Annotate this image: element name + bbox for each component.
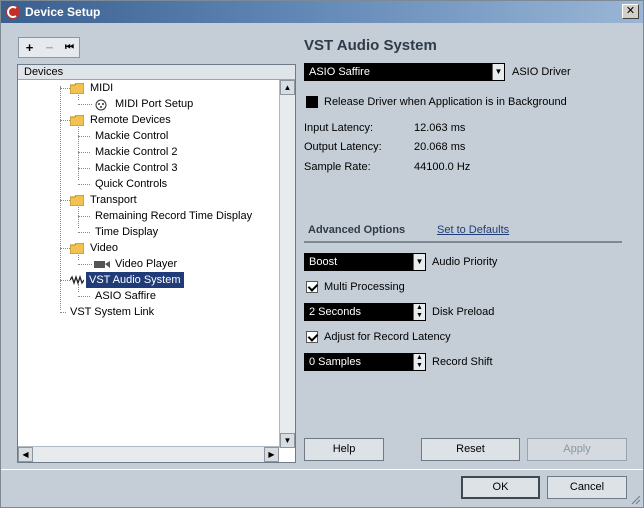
window-title: Device Setup [25,5,101,19]
footer-separator [1,469,643,470]
disk-preload-label: Disk Preload [432,306,495,318]
tree-item-mackie-control-2[interactable]: Mackie Control 2 [18,144,278,160]
tree-item-midi-port-setup[interactable]: MIDI Port Setup [18,96,278,112]
reset-button[interactable]: Reset [421,438,520,461]
remove-device-button[interactable]: − [40,39,59,56]
adjust-record-latency-checkbox[interactable] [306,331,318,343]
tree-item-quick-controls[interactable]: Quick Controls [18,176,278,192]
ok-button[interactable]: OK [461,476,540,499]
cubase-logo-icon [6,5,20,19]
multi-processing-label: Multi Processing [324,281,405,293]
folder-icon [70,83,84,94]
disk-preload-stepper[interactable]: 2 Seconds ▲ ▼ [304,303,426,321]
tree-item-transport[interactable]: Transport [18,192,278,208]
scroll-left-icon[interactable]: ◀ [18,447,33,462]
multi-processing-checkbox[interactable] [306,281,318,293]
tree-item-mackie-control[interactable]: Mackie Control [18,128,278,144]
tree-item-remaining-record-time-display[interactable]: Remaining Record Time Display [18,208,278,224]
release-driver-label: Release Driver when Application is in Ba… [324,96,567,108]
devices-tree-panel: Devices MIDI MIDI Port Setup Remote Devi… [17,64,296,463]
reset-device-button[interactable]: ⏮ [60,39,79,56]
scroll-down-icon[interactable]: ▼ [280,433,295,448]
tree-item-video-player[interactable]: Video Player [18,256,278,272]
devices-column-header[interactable]: Devices [18,65,295,80]
help-button[interactable]: Help [304,438,384,461]
audio-priority-label: Audio Priority [432,256,498,268]
asio-driver-select[interactable]: ASIO Saffire ▼ [304,63,505,81]
tree-item-video[interactable]: Video [18,240,278,256]
adjust-record-latency-label: Adjust for Record Latency [324,331,451,343]
chevron-down-icon: ▼ [413,254,425,270]
tree-item-midi[interactable]: MIDI [18,80,278,96]
tree-item-time-display[interactable]: Time Display [18,224,278,240]
device-setup-window: Device Setup ✕ + − ⏮ Devices MIDI MIDI P… [0,0,644,508]
panel-title: VST Audio System [304,37,437,54]
scroll-up-icon[interactable]: ▲ [280,80,295,95]
release-driver-checkbox[interactable] [306,96,318,108]
tree-horizontal-scrollbar[interactable]: ◀ ▶ [18,446,279,462]
record-shift-stepper[interactable]: 0 Samples ▲ ▼ [304,353,426,371]
spin-arrows-icon[interactable]: ▲ ▼ [413,354,425,370]
asio-driver-label: ASIO Driver [512,66,571,78]
midi-port-icon [95,99,107,111]
input-latency-value: 12.063 ms [414,122,466,134]
tree-item-asio-saffire[interactable]: ASIO Saffire [18,288,278,304]
tree-item-vst-system-link[interactable]: VST System Link [18,304,278,320]
video-icon [94,261,110,268]
audio-icon [70,275,84,285]
set-to-defaults-link[interactable]: Set to Defaults [437,224,509,236]
tree-item-remote-devices[interactable]: Remote Devices [18,112,278,128]
resize-grip-icon[interactable] [629,493,641,505]
title-bar[interactable]: Device Setup ✕ [1,1,643,23]
advanced-separator [304,241,622,243]
add-device-button[interactable]: + [20,39,39,56]
folder-icon [70,195,84,206]
folder-icon [70,243,84,254]
chevron-down-icon: ▼ [492,64,504,80]
output-latency-label: Output Latency: [304,141,382,153]
tree-item-vst-audio-system[interactable]: VST Audio System [18,272,278,288]
sample-rate-value: 44100.0 Hz [414,161,471,173]
record-shift-label: Record Shift [432,356,493,368]
devices-tree: MIDI MIDI Port Setup Remote Devices Mack… [18,80,279,448]
apply-button[interactable]: Apply [527,438,627,461]
tree-vertical-scrollbar[interactable]: ▲ ▼ [279,80,295,448]
folder-icon [70,115,84,126]
sample-rate-label: Sample Rate: [304,161,371,173]
audio-priority-select[interactable]: Boost ▼ [304,253,426,271]
cancel-button[interactable]: Cancel [547,476,627,499]
output-latency-value: 20.068 ms [414,141,466,153]
input-latency-label: Input Latency: [304,122,374,134]
scroll-right-icon[interactable]: ▶ [264,447,279,462]
device-toolbar: + − ⏮ [18,37,80,58]
tree-item-mackie-control-3[interactable]: Mackie Control 3 [18,160,278,176]
spin-arrows-icon[interactable]: ▲ ▼ [413,304,425,320]
advanced-options-tab[interactable]: Advanced Options [308,224,405,236]
close-button[interactable]: ✕ [622,4,639,19]
